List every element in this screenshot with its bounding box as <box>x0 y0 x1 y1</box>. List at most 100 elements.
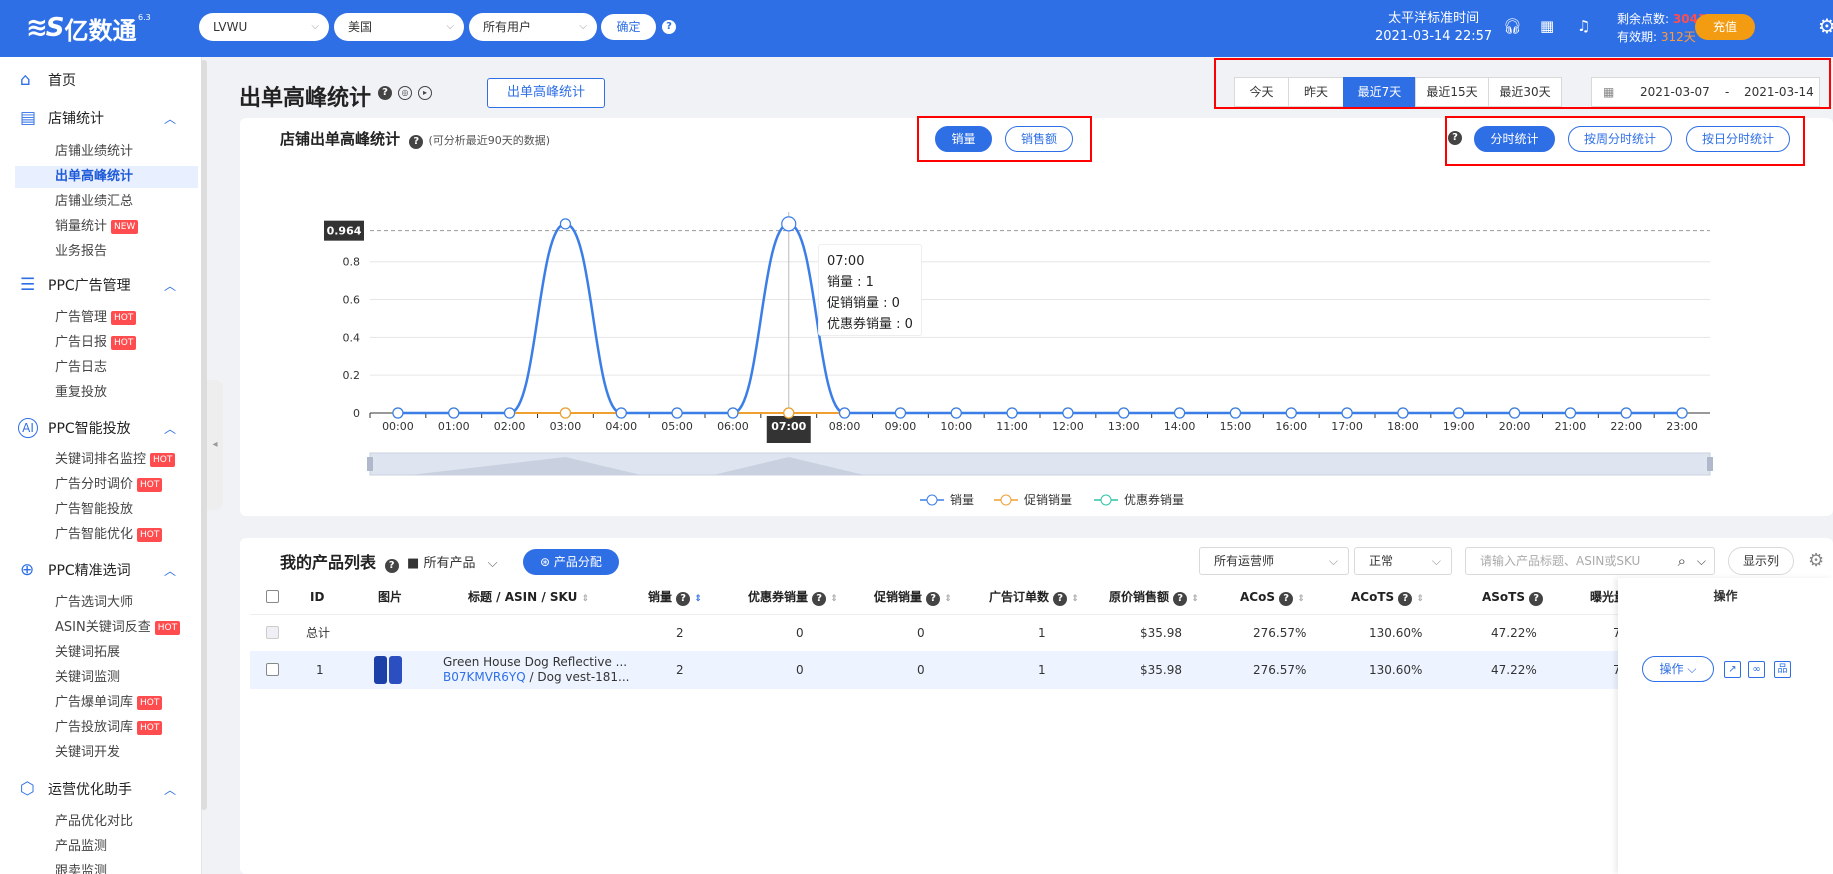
sidebar-item[interactable]: 关键词拓展 <box>15 642 198 664</box>
help-icon[interactable]: ? <box>926 592 941 606</box>
sidebar-item[interactable]: 广告投放词库 HOT <box>15 717 198 739</box>
help-icon[interactable]: ? <box>812 592 827 606</box>
help-icon[interactable]: ? <box>384 559 399 573</box>
sidebar-section-ppc-manage[interactable]: ☰ PPC广告管理 ︿ <box>0 272 200 298</box>
logo[interactable]: ≋S 亿数通 6.3 <box>26 11 151 45</box>
row-action-button[interactable]: 操作 ⌵ <box>1642 656 1714 682</box>
sidebar-collapse-handle[interactable]: ◂ <box>207 380 223 510</box>
col-ad-orders[interactable]: 广告订单数 ? ⇕ <box>989 580 1079 614</box>
metric-tab-sales-amount[interactable]: 销售额 <box>1005 126 1073 152</box>
product-assign-button[interactable]: ⊛ 产品分配 <box>523 549 619 575</box>
search-icon[interactable]: ⌕ <box>1678 548 1686 574</box>
link-icon[interactable]: ∞ <box>1748 661 1765 678</box>
sort-icon[interactable]: ⇕ <box>1417 594 1425 604</box>
date-tab-yesterday[interactable]: 昨天 <box>1288 77 1344 107</box>
help-icon[interactable]: ? <box>1529 592 1544 606</box>
sidebar-item[interactable]: 跟卖监测 <box>15 861 198 874</box>
sidebar-section-store-stats[interactable]: ▤ 店铺统计 ︿ <box>0 105 200 131</box>
sidebar-item[interactable]: 业务报告 <box>15 241 198 263</box>
table-row[interactable]: 1 Green House Dog Reflective ... B07KMVR… <box>250 651 1833 689</box>
col-sales[interactable]: 销量 ? ⇕ <box>648 580 702 614</box>
col-acos[interactable]: ACoS ? ⇕ <box>1240 580 1305 614</box>
sidebar-item[interactable]: 店铺业绩统计 <box>15 141 198 163</box>
sidebar-item[interactable]: 关键词开发 <box>15 742 198 764</box>
hierarchy-icon[interactable]: 品 <box>1774 661 1791 678</box>
bell-icon[interactable]: ♫ <box>1577 17 1590 35</box>
sidebar-item[interactable]: 店铺业绩汇总 <box>15 191 198 213</box>
product-asin[interactable]: B07KMVR6YQ <box>443 670 526 684</box>
sidebar-item[interactable]: 广告管理 HOT <box>15 307 198 329</box>
help-icon[interactable]: ? <box>409 135 424 149</box>
date-tab-15days[interactable]: 最近15天 <box>1415 77 1489 107</box>
confirm-button[interactable]: 确定 <box>601 14 656 40</box>
sort-icon[interactable]: ⇕ <box>830 594 838 604</box>
sidebar-item-active[interactable]: 出单高峰统计 <box>15 166 198 188</box>
sort-icon[interactable]: ⇕ <box>1297 594 1305 604</box>
chevron-down-icon[interactable]: ⌵ <box>1697 548 1706 574</box>
country-select[interactable]: 美国 ⌵ <box>334 13 464 41</box>
peak-stats-button[interactable]: 出单高峰统计 <box>487 78 605 108</box>
sidebar-item[interactable]: 广告智能优化 HOT <box>15 524 198 546</box>
product-search-input[interactable]: 请输入产品标题、ASIN或SKU ⌕ ⌵ <box>1465 547 1715 575</box>
help-icon[interactable]: ? <box>1448 131 1462 145</box>
sidebar-home[interactable]: ⌂ 首页 <box>0 67 200 93</box>
sidebar-item[interactable]: 广告选词大师 <box>15 592 198 614</box>
sidebar-section-ops[interactable]: ⬡ 运营优化助手 ︿ <box>0 776 200 802</box>
date-tab-30days[interactable]: 最近30天 <box>1488 77 1562 107</box>
gear-icon[interactable]: ⚙ <box>1818 14 1833 38</box>
settings-icon[interactable]: ◎ <box>398 86 412 100</box>
operator-select[interactable]: 所有运营师 ⌵ <box>1199 547 1349 575</box>
product-folder-filter[interactable]: ■ 所有产品 ⌵ <box>407 552 497 571</box>
sidebar-item[interactable]: 广告日报 HOT <box>15 332 198 354</box>
date-tab-7days[interactable]: 最近7天 <box>1343 77 1416 107</box>
col-title[interactable]: 标题 / ASIN / SKU ⇕ <box>468 580 589 614</box>
mode-tab-weekly-hourly[interactable]: 按周分时统计 <box>1568 126 1672 152</box>
recharge-button[interactable]: 充值 <box>1695 14 1755 40</box>
sidebar-item[interactable]: 广告日志 <box>15 357 198 379</box>
help-icon[interactable]: ? <box>676 592 691 606</box>
sidebar-item[interactable]: 产品监测 <box>15 836 198 858</box>
col-impressions[interactable]: 曝光量 <box>1590 580 1618 614</box>
trend-icon[interactable]: ↗ <box>1724 661 1741 678</box>
help-icon[interactable]: ? <box>1398 592 1413 606</box>
sidebar-item[interactable]: 关键词排名监控 HOT <box>15 449 198 471</box>
help-icon[interactable]: ? <box>662 20 676 34</box>
product-title[interactable]: Green House Dog Reflective ... <box>443 655 630 670</box>
col-coupon[interactable]: 优惠券销量 ? ⇕ <box>748 580 838 614</box>
sidebar-item[interactable]: 广告分时调价 HOT <box>15 474 198 496</box>
store-select[interactable]: LVWU ⌵ <box>199 13 329 41</box>
sidebar-item[interactable]: 广告爆单词库 HOT <box>15 692 198 714</box>
date-to[interactable]: 2021-03-14 <box>1744 78 1814 106</box>
calendar-icon[interactable]: ▦ <box>1540 17 1554 35</box>
row-checkbox[interactable] <box>266 663 279 676</box>
sidebar-item[interactable]: 销量统计 NEW <box>15 216 198 238</box>
columns-button[interactable]: 显示列 <box>1728 547 1794 575</box>
headset-icon[interactable]: 🎧︎ <box>1503 17 1522 35</box>
play-icon[interactable]: ▸ <box>418 86 432 100</box>
gear-icon[interactable]: ⚙ <box>1808 550 1824 571</box>
metric-tab-sales-qty[interactable]: 销量 <box>935 126 992 152</box>
col-revenue[interactable]: 原价销售额 ? ⇕ <box>1109 580 1199 614</box>
select-all-checkbox[interactable] <box>266 590 279 603</box>
col-asots[interactable]: ASoTS ? <box>1482 580 1544 614</box>
help-icon[interactable]: ? <box>1173 592 1188 606</box>
sort-icon[interactable]: ⇕ <box>582 594 590 604</box>
sort-icon[interactable]: ⇕ <box>1191 594 1199 604</box>
peak-line-chart[interactable]: 0 0.2 0.4 0.6 0.8 0.964 00:00 01:00 02:00 03:00 04… <box>240 190 1720 510</box>
user-select[interactable]: 所有用户 ⌵ <box>469 13 597 41</box>
sidebar-item[interactable]: 关键词监测 <box>15 667 198 689</box>
help-icon[interactable]: ? <box>378 86 392 100</box>
help-icon[interactable]: ? <box>1279 592 1294 606</box>
sidebar-item[interactable]: 广告智能投放 <box>15 499 198 521</box>
date-range-picker[interactable]: ▦ 2021-03-07 - 2021-03-14 <box>1591 77 1820 107</box>
date-tab-today[interactable]: 今天 <box>1234 77 1289 107</box>
col-acots[interactable]: ACoTS ? ⇕ <box>1351 580 1424 614</box>
product-thumbnail[interactable] <box>374 656 404 684</box>
sidebar-item[interactable]: 产品优化对比 <box>15 811 198 833</box>
help-icon[interactable]: ? <box>1053 592 1068 606</box>
sidebar-section-ppc-keyword[interactable]: ⊕ PPC精准选词 ︿ <box>0 557 200 583</box>
mode-tab-hourly[interactable]: 分时统计 <box>1474 126 1555 152</box>
sidebar-section-ppc-smart[interactable]: AI PPC智能投放 ︿ <box>0 415 200 441</box>
mode-tab-daily-hourly[interactable]: 按日分时统计 <box>1686 126 1790 152</box>
sidebar-item[interactable]: 重复投放 <box>15 382 198 404</box>
